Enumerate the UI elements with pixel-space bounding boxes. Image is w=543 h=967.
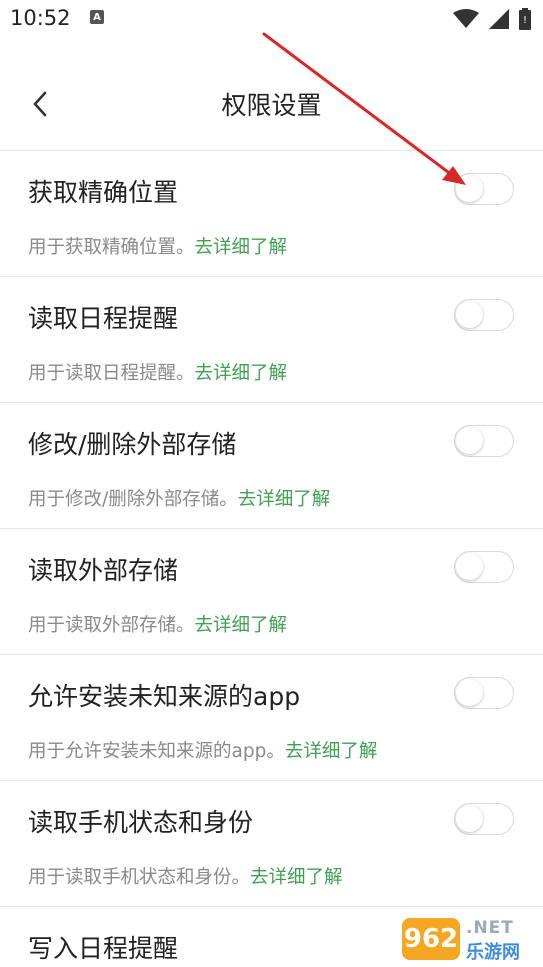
permission-row: 修改/删除外部存储 用于修改/删除外部存储。去详细了解: [0, 403, 543, 528]
permission-desc-text: 用于获取精确位置。: [28, 237, 195, 258]
permission-desc: 用于获取精确位置。去详细了解: [28, 233, 287, 259]
permission-toggle[interactable]: [454, 173, 514, 205]
toggle-knob: [456, 427, 483, 454]
permission-desc: 用于读取日程提醒。去详细了解: [28, 359, 287, 385]
permission-desc-text: 用于允许安装未知来源的app。: [28, 741, 285, 762]
permission-title: 写入日程提醒: [28, 934, 179, 963]
toggle-knob: [456, 805, 483, 832]
permission-desc: 用于修改/删除外部存储。去详细了解: [28, 485, 330, 511]
watermark-badge: 962: [402, 918, 460, 960]
permission-desc: 用于读取手机状态和身份。去详细了解: [28, 863, 343, 889]
page-title: 权限设置: [221, 91, 322, 120]
permission-title: 读取外部存储: [28, 556, 179, 585]
permission-toggle[interactable]: [454, 551, 514, 583]
permission-row: 允许安装未知来源的app 用于允许安装未知来源的app。去详细了解: [0, 655, 543, 780]
permission-title: 修改/删除外部存储: [28, 430, 237, 459]
toggle-knob: [456, 175, 483, 202]
svg-text:!: !: [523, 15, 527, 26]
permission-title: 读取日程提醒: [28, 304, 179, 333]
signal-icon: [489, 9, 509, 29]
toggle-knob: [456, 679, 483, 706]
learn-more-link[interactable]: 去详细了解: [285, 741, 378, 762]
app-header: 权限设置: [0, 70, 543, 140]
site-watermark: 962 .NET 乐游网: [402, 914, 540, 964]
permission-toggle[interactable]: [454, 803, 514, 835]
permission-desc-text: 用于读取外部存储。: [28, 615, 195, 636]
permission-row: 获取精确位置 用于获取精确位置。去详细了解: [0, 151, 543, 276]
permission-title: 读取手机状态和身份: [28, 808, 254, 837]
learn-more-link[interactable]: 去详细了解: [250, 867, 343, 888]
permission-list: 获取精确位置 用于获取精确位置。去详细了解 读取日程提醒 用于读取日程提醒。去详…: [0, 150, 543, 967]
notification-icon: A: [90, 10, 104, 24]
watermark-site: 乐游网: [466, 942, 520, 963]
permission-desc: 用于允许安装未知来源的app。去详细了解: [28, 737, 377, 763]
status-bar: 10:52 A !: [0, 0, 543, 38]
permission-toggle[interactable]: [454, 425, 514, 457]
toggle-knob: [456, 301, 483, 328]
watermark-net: .NET: [466, 918, 514, 938]
permission-desc-text: 用于读取手机状态和身份。: [28, 867, 251, 888]
permission-row: 读取日程提醒 用于读取日程提醒。去详细了解: [0, 277, 543, 402]
permission-title: 允许安装未知来源的app: [28, 682, 301, 711]
permission-desc-text: 用于修改/删除外部存储。: [28, 489, 238, 510]
battery-icon: !: [519, 8, 531, 30]
permission-title: 获取精确位置: [28, 178, 179, 207]
learn-more-link[interactable]: 去详细了解: [195, 363, 288, 384]
wifi-icon: [453, 9, 479, 28]
learn-more-link[interactable]: 去详细了解: [238, 489, 331, 510]
status-time: 10:52: [10, 6, 71, 30]
permission-row: 读取手机状态和身份 用于读取手机状态和身份。去详细了解: [0, 781, 543, 906]
permission-desc-text: 用于读取日程提醒。: [28, 363, 195, 384]
permission-row: 读取外部存储 用于读取外部存储。去详细了解: [0, 529, 543, 654]
status-icons: !: [453, 8, 531, 30]
permission-toggle[interactable]: [454, 299, 514, 331]
toggle-knob: [456, 553, 483, 580]
permission-desc: 用于读取外部存储。去详细了解: [28, 611, 287, 637]
learn-more-link[interactable]: 去详细了解: [195, 237, 288, 258]
permission-toggle[interactable]: [454, 677, 514, 709]
learn-more-link[interactable]: 去详细了解: [195, 615, 288, 636]
